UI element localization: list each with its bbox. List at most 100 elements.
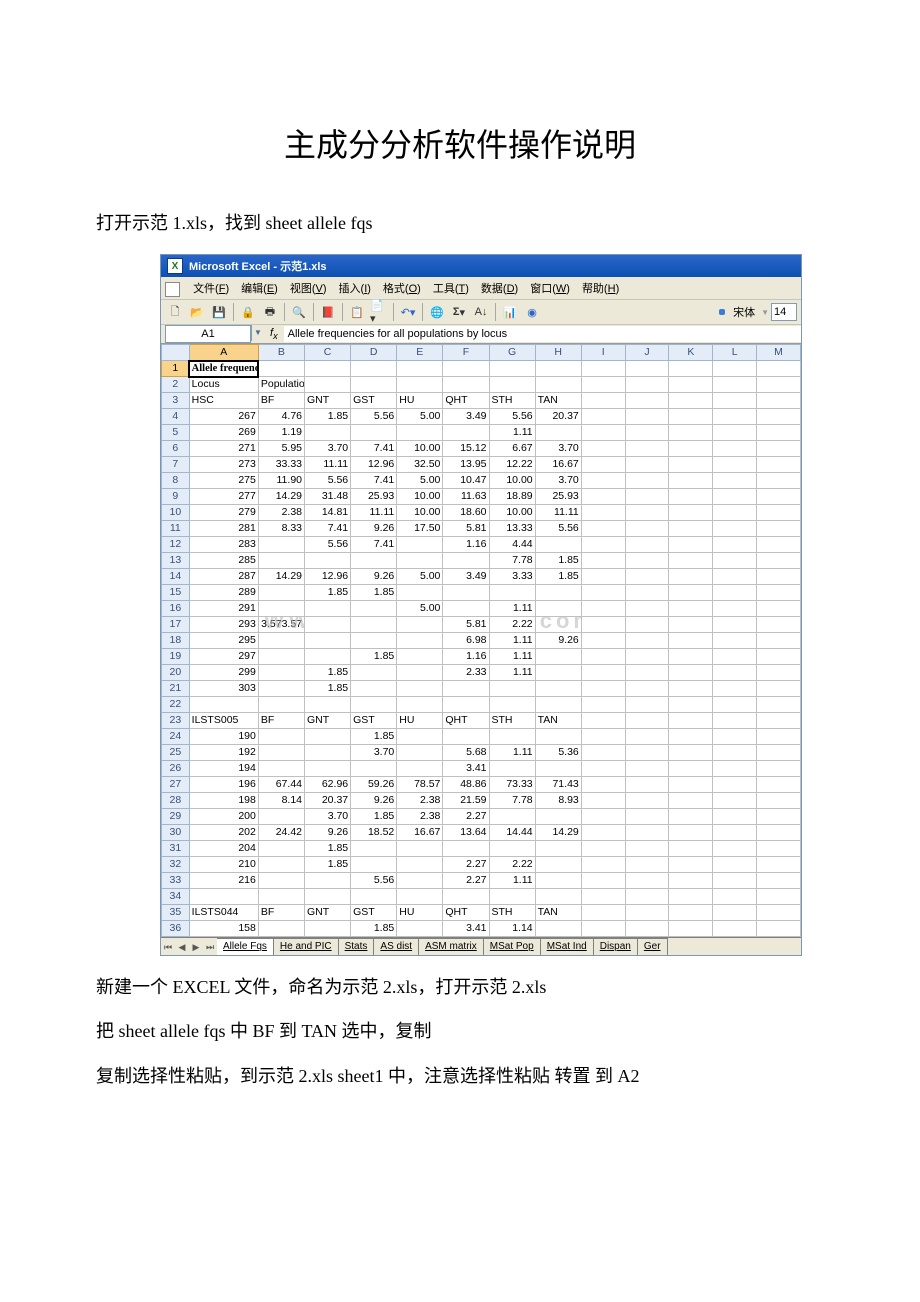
- grid-cell[interactable]: 1.14: [489, 921, 535, 937]
- grid-cell[interactable]: GNT: [305, 905, 351, 921]
- grid-cell[interactable]: 25.93: [351, 489, 397, 505]
- grid-cell[interactable]: [351, 553, 397, 569]
- grid-cell[interactable]: ILSTS005: [189, 713, 258, 729]
- tab-prev-icon[interactable]: ◀: [175, 940, 189, 954]
- grid-cell[interactable]: [535, 857, 581, 873]
- grid-cell[interactable]: 287: [189, 569, 258, 585]
- grid-cell[interactable]: 8.14: [258, 793, 304, 809]
- menu-item[interactable]: 窗口(W): [524, 279, 576, 297]
- grid-cell[interactable]: [581, 793, 625, 809]
- grid-cell[interactable]: [713, 377, 757, 393]
- grid-cell[interactable]: 9.26: [351, 793, 397, 809]
- name-box[interactable]: A1: [165, 325, 251, 343]
- grid-cell[interactable]: [351, 857, 397, 873]
- grid-cell[interactable]: [397, 697, 443, 713]
- grid-cell[interactable]: [757, 521, 801, 537]
- grid-cell[interactable]: 7.41: [351, 441, 397, 457]
- grid-cell[interactable]: 14.29: [535, 825, 581, 841]
- grid-cell[interactable]: [581, 393, 625, 409]
- toolbar-options-icon[interactable]: [719, 309, 725, 315]
- grid-cell[interactable]: GST: [351, 393, 397, 409]
- grid-cell[interactable]: [625, 489, 669, 505]
- grid-cell[interactable]: 279: [189, 505, 258, 521]
- row-header[interactable]: 24: [162, 729, 190, 745]
- spreadsheet-grid[interactable]: ABCDEFGHIJKLM 1 Allele frequencies for a…: [161, 344, 801, 937]
- grid-cell[interactable]: 12.96: [305, 569, 351, 585]
- menu-item[interactable]: 数据(D): [475, 279, 524, 297]
- row-header[interactable]: 17: [162, 617, 190, 633]
- grid-cell[interactable]: [581, 825, 625, 841]
- column-header[interactable]: L: [713, 345, 757, 361]
- grid-cell[interactable]: [535, 585, 581, 601]
- grid-cell[interactable]: [625, 745, 669, 761]
- grid-cell[interactable]: [757, 857, 801, 873]
- grid-cell[interactable]: 5.56: [489, 409, 535, 425]
- grid-cell[interactable]: [713, 569, 757, 585]
- row-header[interactable]: 31: [162, 841, 190, 857]
- column-header[interactable]: A: [189, 345, 258, 361]
- grid-cell[interactable]: [669, 809, 713, 825]
- row-header[interactable]: 28: [162, 793, 190, 809]
- grid-cell[interactable]: [625, 505, 669, 521]
- column-header[interactable]: M: [757, 345, 801, 361]
- grid-cell[interactable]: 204: [189, 841, 258, 857]
- grid-cell[interactable]: [305, 601, 351, 617]
- grid-cell[interactable]: BF: [258, 905, 304, 921]
- grid-cell[interactable]: [258, 809, 304, 825]
- column-header[interactable]: J: [625, 345, 669, 361]
- grid-cell[interactable]: 1.19: [258, 425, 304, 441]
- grid-cell[interactable]: [581, 905, 625, 921]
- grid-cell[interactable]: GNT: [305, 393, 351, 409]
- grid-cell[interactable]: [581, 505, 625, 521]
- grid-cell[interactable]: [443, 585, 489, 601]
- grid-cell[interactable]: [757, 553, 801, 569]
- grid-cell[interactable]: [535, 761, 581, 777]
- grid-cell[interactable]: [757, 409, 801, 425]
- grid-cell[interactable]: 1.85: [351, 921, 397, 937]
- copy-icon[interactable]: 📋: [347, 302, 367, 322]
- menu-item[interactable]: 格式(O): [377, 279, 427, 297]
- grid-cell[interactable]: [669, 585, 713, 601]
- grid-cell[interactable]: [581, 649, 625, 665]
- grid-cell[interactable]: [669, 729, 713, 745]
- grid-cell[interactable]: 78.57: [397, 777, 443, 793]
- grid-cell[interactable]: [713, 729, 757, 745]
- grid-cell[interactable]: [713, 393, 757, 409]
- grid-cell[interactable]: [625, 681, 669, 697]
- grid-cell[interactable]: [669, 553, 713, 569]
- grid-cell[interactable]: 210: [189, 857, 258, 873]
- grid-cell[interactable]: [581, 473, 625, 489]
- grid-cell[interactable]: [625, 601, 669, 617]
- grid-cell[interactable]: [713, 553, 757, 569]
- grid-cell[interactable]: [757, 681, 801, 697]
- tab-first-icon[interactable]: ⏮: [161, 940, 175, 954]
- grid-cell[interactable]: [443, 601, 489, 617]
- grid-cell[interactable]: 1.85: [305, 665, 351, 681]
- grid-cell[interactable]: [713, 441, 757, 457]
- grid-cell[interactable]: 1.85: [305, 681, 351, 697]
- grid-cell[interactable]: [757, 377, 801, 393]
- grid-cell[interactable]: [258, 745, 304, 761]
- grid-cell[interactable]: [713, 633, 757, 649]
- grid-cell[interactable]: [535, 697, 581, 713]
- grid-cell[interactable]: [581, 537, 625, 553]
- column-header[interactable]: E: [397, 345, 443, 361]
- grid-cell[interactable]: [757, 873, 801, 889]
- sheet-tab[interactable]: ASM matrix: [419, 938, 484, 955]
- sheet-tab[interactable]: He and PIC: [274, 938, 339, 955]
- grid-cell[interactable]: [669, 521, 713, 537]
- grid-cell[interactable]: [397, 425, 443, 441]
- grid-cell[interactable]: [535, 681, 581, 697]
- grid-cell[interactable]: GNT: [305, 713, 351, 729]
- grid-cell[interactable]: TAN: [535, 905, 581, 921]
- grid-cell[interactable]: [713, 873, 757, 889]
- grid-cell[interactable]: BF: [258, 393, 304, 409]
- grid-cell[interactable]: [669, 825, 713, 841]
- cell-A1[interactable]: Allele frequencies for all populations b…: [189, 361, 258, 377]
- row-header[interactable]: 27: [162, 777, 190, 793]
- grid-cell[interactable]: [258, 537, 304, 553]
- grid-cell[interactable]: [713, 921, 757, 937]
- grid-cell[interactable]: [625, 729, 669, 745]
- grid-cell[interactable]: [625, 905, 669, 921]
- grid-cell[interactable]: .com: [535, 617, 581, 633]
